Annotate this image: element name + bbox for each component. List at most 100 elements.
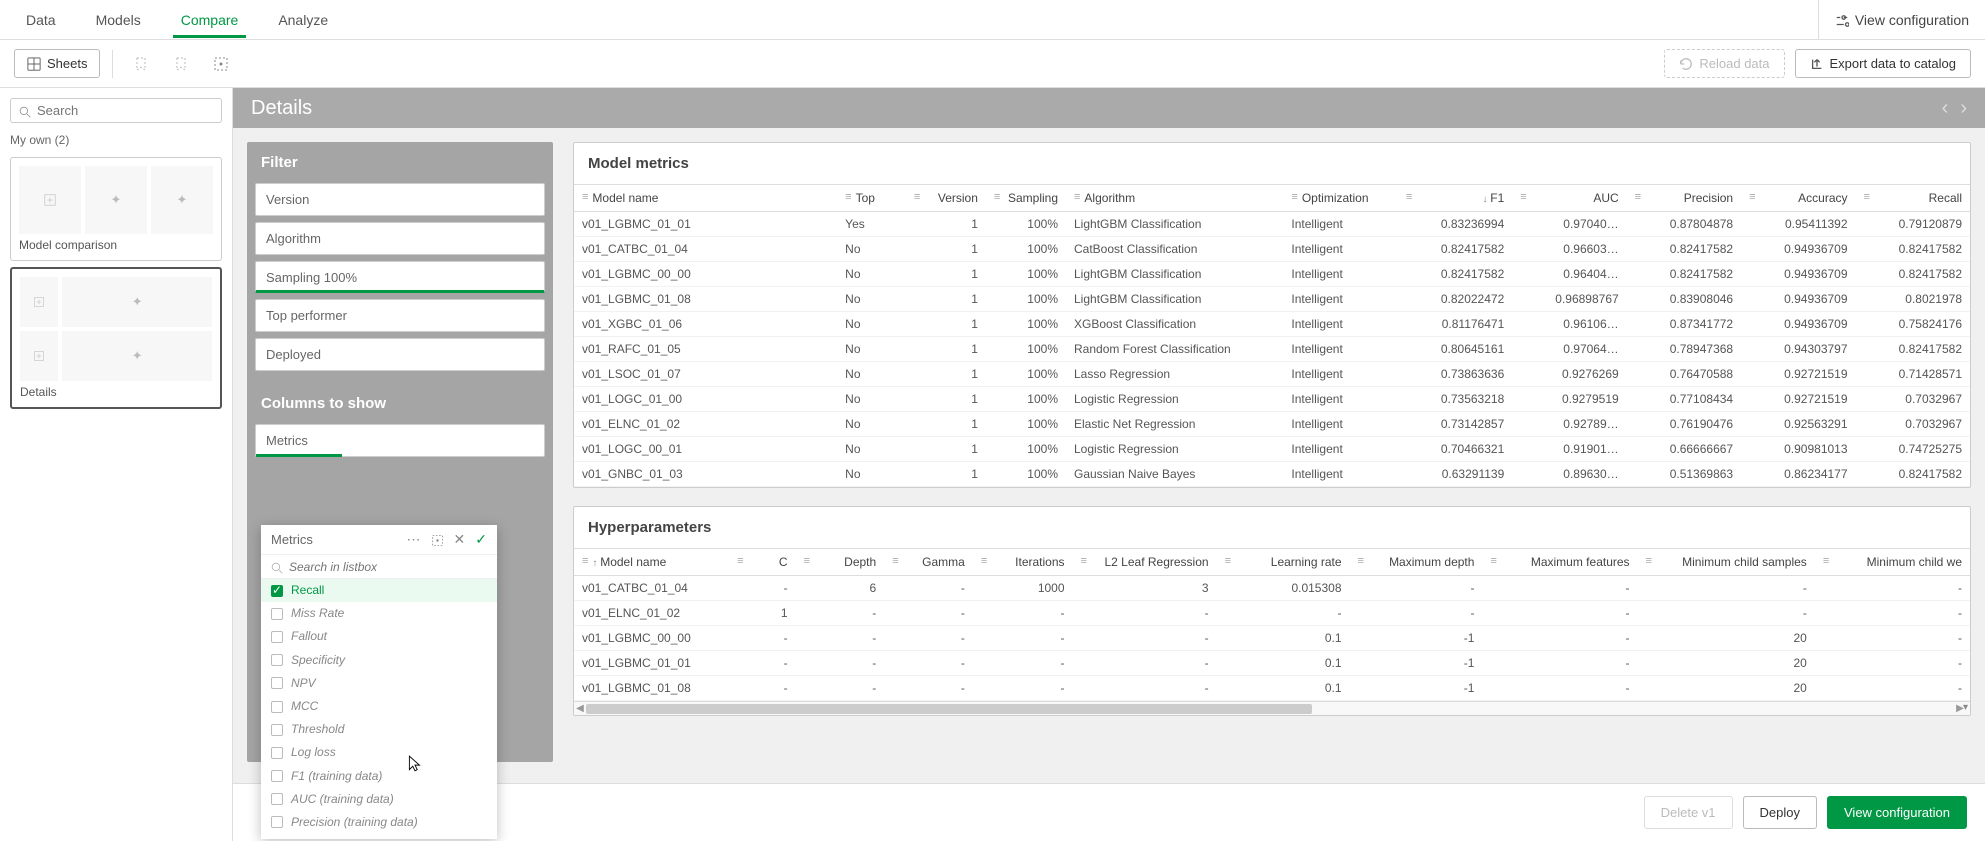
filter-item-sampling-100pct[interactable]: Sampling 100% [255, 261, 545, 293]
search-input[interactable] [37, 103, 213, 118]
column-header-auc[interactable]: ≡AUC [1512, 185, 1626, 212]
metrics-option-log-loss[interactable]: Log loss [261, 741, 497, 764]
sheet-card-details[interactable]: ✦ ✦ Details [10, 267, 222, 409]
column-menu-icon[interactable]: ≡ [1081, 555, 1087, 567]
confirm-selection-button[interactable]: ✓ [475, 531, 487, 548]
column-menu-icon[interactable]: ≡ [1864, 191, 1870, 203]
column-header-minimum-child-we[interactable]: ≡Minimum child we [1815, 549, 1970, 576]
column-menu-icon[interactable]: ≡ [582, 191, 588, 203]
sheets-button[interactable]: Sheets [14, 49, 100, 79]
metrics-option-miss-rate[interactable]: Miss Rate [261, 602, 497, 625]
column-header-minimum-child-samples[interactable]: ≡Minimum child samples [1638, 549, 1815, 576]
metrics-option-auc-training-data-[interactable]: AUC (training data) [261, 788, 497, 811]
scrollbar-thumb[interactable] [586, 704, 1312, 714]
column-menu-icon[interactable]: ≡ [892, 555, 898, 567]
column-header-gamma[interactable]: ≡Gamma [884, 549, 973, 576]
table-row[interactable]: v01_LGBMC_00_00-----0.1-1-20- [574, 626, 1970, 651]
horizontal-scrollbar[interactable]: ◀ ▶ [574, 701, 1970, 715]
table-row[interactable]: v01_LGBMC_01_01Yes1100%LightGBM Classifi… [574, 212, 1970, 237]
table-row[interactable]: v01_RAFC_01_05No1100%Random Forest Class… [574, 337, 1970, 362]
column-header-top[interactable]: ≡Top [837, 185, 906, 212]
filter-item-algorithm[interactable]: Algorithm [255, 222, 545, 255]
metrics-option-accuracy-training-data-[interactable]: Accuracy (training data) [261, 834, 497, 839]
table-row[interactable]: v01_LSOC_01_07No1100%Lasso RegressionInt… [574, 362, 1970, 387]
metrics-option-specificity[interactable]: Specificity [261, 649, 497, 672]
table-row[interactable]: v01_CATBC_01_04No1100%CatBoost Classific… [574, 237, 1970, 262]
table-row[interactable]: v01_LOGC_01_00No1100%Logistic Regression… [574, 387, 1970, 412]
column-menu-icon[interactable]: ≡ [737, 555, 743, 567]
column-header-algorithm[interactable]: ≡Algorithm [1066, 185, 1283, 212]
table-row[interactable]: v01_CATBC_01_04-6-100030.015308---- [574, 576, 1970, 601]
sheet-card-model-comparison[interactable]: ✦ ✦ Model comparison [10, 157, 222, 261]
tab-models[interactable]: Models [88, 2, 149, 38]
view-configuration-top-button[interactable]: View configuration [1818, 0, 1985, 39]
column-menu-icon[interactable]: ≡ [1225, 555, 1231, 567]
tab-compare[interactable]: Compare [173, 2, 247, 38]
filter-item-version[interactable]: Version [255, 183, 545, 216]
selection-tool-icon[interactable] [431, 532, 444, 548]
column-header-model-name[interactable]: ≡Model name [574, 185, 837, 212]
column-menu-icon[interactable]: ≡ [1823, 555, 1829, 567]
table-row[interactable]: v01_LGBMC_01_08-----0.1-1-20- [574, 676, 1970, 701]
metrics-option-mcc[interactable]: MCC [261, 695, 497, 718]
column-menu-icon[interactable]: ≡ [1749, 191, 1755, 203]
column-menu-icon[interactable]: ≡ [914, 191, 920, 203]
column-menu-icon[interactable]: ≡ [845, 191, 851, 203]
column-header-model-name[interactable]: ≡ ↑ Model name [574, 549, 729, 576]
column-header-optimization[interactable]: ≡Optimization [1283, 185, 1397, 212]
table-row[interactable]: v01_LGBMC_01_08No1100%LightGBM Classific… [574, 287, 1970, 312]
column-menu-icon[interactable]: ≡ [582, 555, 588, 567]
column-header-sampling[interactable]: ≡Sampling [986, 185, 1066, 212]
more-options-button[interactable]: ⋯ [407, 531, 421, 548]
metrics-option-f1-training-data-[interactable]: F1 (training data) [261, 765, 497, 788]
metrics-option-fallout[interactable]: Fallout [261, 625, 497, 648]
column-header-accuracy[interactable]: ≡Accuracy [1741, 185, 1855, 212]
bookmark-back-button[interactable] [125, 48, 157, 80]
export-data-to-catalog-button[interactable]: Export data to catalog [1795, 49, 1971, 79]
column-menu-icon[interactable]: ≡ [1074, 191, 1080, 203]
column-menu-icon[interactable]: ≡ [804, 555, 810, 567]
column-header-iterations[interactable]: ≡Iterations [973, 549, 1073, 576]
table-row[interactable]: v01_LGBMC_00_00No1100%LightGBM Classific… [574, 262, 1970, 287]
column-header-l2-leaf-regression[interactable]: ≡L2 Leaf Regression [1073, 549, 1217, 576]
column-header-precision[interactable]: ≡Precision [1627, 185, 1741, 212]
column-menu-icon[interactable]: ≡ [994, 191, 1000, 203]
column-header-version[interactable]: ≡Version [906, 185, 986, 212]
next-sheet-button[interactable]: › [1960, 97, 1967, 120]
selection-tool-button[interactable] [205, 48, 237, 80]
column-menu-icon[interactable]: ≡ [981, 555, 987, 567]
column-menu-icon[interactable]: ≡ [1358, 555, 1364, 567]
table-row[interactable]: v01_ELNC_01_02No1100%Elastic Net Regress… [574, 412, 1970, 437]
table-row[interactable]: v01_XGBC_01_06No1100%XGBoost Classificat… [574, 312, 1970, 337]
column-menu-icon[interactable]: ≡ [1635, 191, 1641, 203]
bookmark-forward-button[interactable] [165, 48, 197, 80]
metrics-option-npv[interactable]: NPV [261, 672, 497, 695]
column-header-depth[interactable]: ≡Depth [796, 549, 885, 576]
column-header-learning-rate[interactable]: ≡Learning rate [1217, 549, 1350, 576]
scroll-left-button[interactable]: ◀ [574, 703, 586, 714]
table-row[interactable]: v01_LGBMC_01_01-----0.1-1-20- [574, 651, 1970, 676]
deploy-button[interactable]: Deploy [1743, 796, 1817, 829]
metrics-option-threshold[interactable]: Threshold [261, 718, 497, 741]
metrics-search-input[interactable] [289, 560, 487, 574]
search-box[interactable] [10, 98, 222, 123]
column-menu-icon[interactable]: ≡ [1490, 555, 1496, 567]
expand-dropdown-icon[interactable]: ▾ [1963, 702, 1968, 713]
view-configuration-button[interactable]: View configuration [1827, 796, 1967, 829]
column-menu-icon[interactable]: ≡ [1520, 191, 1526, 203]
table-row[interactable]: v01_GNBC_01_03No1100%Gaussian Naive Baye… [574, 462, 1970, 487]
column-header-c[interactable]: ≡C [729, 549, 795, 576]
column-header-maximum-depth[interactable]: ≡Maximum depth [1350, 549, 1483, 576]
filter-item-top-performer[interactable]: Top performer [255, 299, 545, 332]
tab-analyze[interactable]: Analyze [270, 2, 336, 38]
column-header-maximum-features[interactable]: ≡Maximum features [1482, 549, 1637, 576]
column-header-recall[interactable]: ≡Recall [1856, 185, 1970, 212]
column-menu-icon[interactable]: ≡ [1646, 555, 1652, 567]
metrics-selector[interactable]: Metrics [255, 424, 545, 457]
column-menu-icon[interactable]: ≡ [1291, 191, 1297, 203]
filter-item-deployed[interactable]: Deployed [255, 338, 545, 371]
prev-sheet-button[interactable]: ‹ [1942, 97, 1949, 120]
table-row[interactable]: v01_LOGC_00_01No1100%Logistic Regression… [574, 437, 1970, 462]
metrics-search-box[interactable] [261, 555, 497, 579]
column-header-f1[interactable]: ≡ ↓ F1 [1398, 185, 1512, 212]
